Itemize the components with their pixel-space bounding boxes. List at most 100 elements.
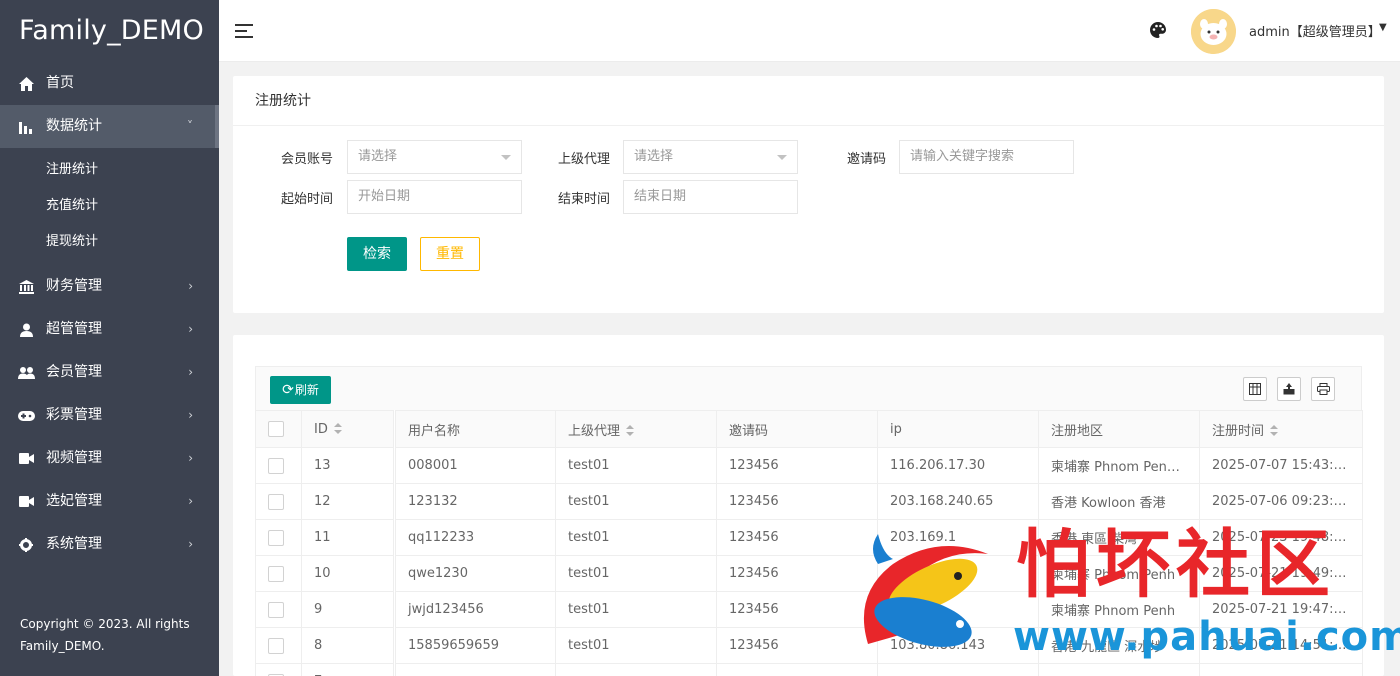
cell-invite: 123456 bbox=[716, 519, 878, 556]
avatar[interactable] bbox=[1191, 9, 1236, 54]
sidebar-item-finance[interactable]: 财务管理 › bbox=[0, 265, 219, 308]
sort-icon[interactable] bbox=[333, 423, 344, 435]
column-header-label: 邀请码 bbox=[729, 423, 769, 439]
cell-time: 2025-07-21 14:51:59 bbox=[1199, 627, 1363, 664]
column-header-label: ip bbox=[890, 421, 902, 437]
submenu-item-register-stats[interactable]: 注册统计 bbox=[0, 152, 219, 188]
sidebar-item-system[interactable]: 系统管理 › bbox=[0, 523, 219, 566]
print-icon bbox=[1316, 383, 1330, 395]
sidebar-item-video[interactable]: 视频管理 › bbox=[0, 437, 219, 480]
sidebar-item-home[interactable]: 首页 bbox=[0, 62, 219, 105]
member-label: 会员账号 bbox=[280, 152, 333, 167]
brand-logo: Family_DEMO bbox=[19, 15, 204, 46]
refresh-button[interactable]: ⟳刷新 bbox=[270, 376, 331, 404]
column-header-invite: 邀请码 bbox=[716, 410, 878, 448]
chevron-right-icon: › bbox=[188, 365, 193, 379]
sidebar-item-concubine[interactable]: 选妃管理 › bbox=[0, 480, 219, 523]
submenu-item-recharge-stats[interactable]: 充值统计 bbox=[0, 188, 219, 224]
cell-time: 2025-07-06 09:23:47 bbox=[1199, 483, 1363, 520]
cell-id: 8 bbox=[301, 627, 396, 664]
caret-down-icon bbox=[777, 155, 787, 160]
table-row: 12 123132 test01 123456 203.168.240.65 香… bbox=[255, 483, 1363, 520]
cell-id: 11 bbox=[301, 519, 396, 556]
row-checkbox[interactable] bbox=[268, 601, 284, 618]
column-header-label: ID bbox=[314, 421, 328, 437]
table-row: 9 jwjd123456 test01 123456 156. 柬埔寨 Phno… bbox=[255, 591, 1363, 628]
row-select-cell[interactable] bbox=[255, 591, 302, 628]
cell-region: 柬埔寨 Phnom Penh bbox=[1038, 555, 1200, 592]
cell-region: 柬埔寨 Phnom Penh bbox=[1038, 591, 1200, 628]
cell-agent: test01 bbox=[555, 591, 717, 628]
submenu-item-withdraw-stats[interactable]: 提现统计 bbox=[0, 224, 219, 260]
select-all-checkbox[interactable] bbox=[268, 421, 284, 437]
select-all-cell[interactable] bbox=[255, 410, 302, 448]
cell-agent: test01 bbox=[555, 447, 717, 484]
sort-icon[interactable] bbox=[1270, 425, 1280, 437]
cell-id: 10 bbox=[301, 555, 396, 592]
table-header-row: ID 用户名称 上级代理 邀请码 ip 注册地区 注册时间 bbox=[255, 410, 1363, 448]
row-checkbox[interactable] bbox=[268, 457, 284, 474]
row-select-cell[interactable] bbox=[255, 483, 302, 520]
column-header-agent[interactable]: 上级代理 bbox=[555, 410, 717, 448]
palette-icon[interactable] bbox=[1149, 21, 1167, 39]
cell-agent: test01 bbox=[555, 555, 717, 592]
start-date-input[interactable]: 开始日期 bbox=[347, 180, 522, 214]
table-row: 11 qq112233 test01 123456 203.169.1 香港 東… bbox=[255, 519, 1363, 556]
row-select-cell[interactable] bbox=[255, 447, 302, 484]
cell-time: 2025-07-21 19:47:27 bbox=[1199, 591, 1363, 628]
sidebar-item-data-stats[interactable]: 数据统计 ˅ bbox=[0, 105, 219, 148]
export-button[interactable] bbox=[1277, 377, 1301, 401]
cell-region bbox=[1038, 663, 1200, 676]
sidebar-item-members[interactable]: 会员管理 › bbox=[0, 351, 219, 394]
sidebar: Family_DEMO 首页 数据统计 ˅ 注册统计 充值统计 提现统计 财务管… bbox=[0, 0, 219, 676]
member-select[interactable]: 请选择 bbox=[347, 140, 522, 174]
sidebar-item-label: 会员管理 bbox=[46, 364, 102, 380]
column-header-label: 用户名称 bbox=[408, 423, 461, 439]
cell-ip: 203.169.1 bbox=[877, 519, 1039, 556]
row-checkbox[interactable] bbox=[268, 637, 284, 654]
chevron-down-icon: ˅ bbox=[187, 119, 193, 133]
bank-icon bbox=[17, 265, 35, 308]
cell-region: 香港 東區 柴灣 bbox=[1038, 519, 1200, 556]
row-select-cell[interactable] bbox=[255, 663, 302, 676]
sort-icon[interactable] bbox=[626, 425, 636, 437]
reset-button[interactable]: 重置 bbox=[420, 237, 480, 271]
cell-ip: 116.206.17.6 bbox=[877, 555, 1039, 592]
chevron-right-icon: › bbox=[188, 408, 193, 422]
cell-time: 2025-07-23 19:48:56 bbox=[1199, 519, 1363, 556]
gear-icon bbox=[17, 523, 35, 566]
columns-filter-button[interactable] bbox=[1243, 377, 1267, 401]
row-checkbox[interactable] bbox=[268, 565, 284, 582]
invite-input-placeholder: 请输入关键字搜索 bbox=[910, 149, 1015, 164]
menu-toggle-icon[interactable] bbox=[235, 24, 253, 38]
column-header-id[interactable]: ID bbox=[301, 410, 396, 448]
cell-region: 香港 九龍區 深水埗 bbox=[1038, 627, 1200, 664]
column-header-username: 用户名称 bbox=[394, 410, 556, 448]
cell-agent: test01 bbox=[555, 519, 717, 556]
sidebar-item-label: 财务管理 bbox=[46, 278, 102, 294]
user-name[interactable]: admin【超级管理员】 bbox=[1249, 21, 1381, 40]
invite-input[interactable]: 请输入关键字搜索 bbox=[899, 140, 1074, 174]
sidebar-item-superadmin[interactable]: 超管管理 › bbox=[0, 308, 219, 351]
row-checkbox[interactable] bbox=[268, 529, 284, 546]
search-button[interactable]: 检索 bbox=[347, 237, 407, 271]
caret-down-icon[interactable]: ▼ bbox=[1379, 22, 1387, 33]
row-checkbox[interactable] bbox=[268, 493, 284, 510]
cell-username: 15859659659 bbox=[394, 627, 556, 664]
columns-icon bbox=[1249, 383, 1261, 395]
cell-region: 柬埔寨 Phnom Penh 柬埔寨 bbox=[1038, 447, 1200, 484]
row-select-cell[interactable] bbox=[255, 555, 302, 592]
end-date-input[interactable]: 结束日期 bbox=[623, 180, 798, 214]
home-icon bbox=[17, 62, 35, 105]
data-table: ID 用户名称 上级代理 邀请码 ip 注册地区 注册时间 13 008001 … bbox=[255, 410, 1363, 676]
column-header-time[interactable]: 注册时间 bbox=[1199, 410, 1363, 448]
search-panel: 注册统计 会员账号 请选择 上级代理 请选择 邀请码 请输入关键字搜索 起始时间… bbox=[233, 76, 1384, 313]
cell-agent: test01 bbox=[555, 483, 717, 520]
agent-select[interactable]: 请选择 bbox=[623, 140, 798, 174]
row-select-cell[interactable] bbox=[255, 627, 302, 664]
row-select-cell[interactable] bbox=[255, 519, 302, 556]
cell-time: 2025-07-21 19:49:31 bbox=[1199, 555, 1363, 592]
sidebar-item-lottery[interactable]: 彩票管理 › bbox=[0, 394, 219, 437]
print-button[interactable] bbox=[1311, 377, 1335, 401]
cell-ip: 116.206.17.30 bbox=[877, 447, 1039, 484]
